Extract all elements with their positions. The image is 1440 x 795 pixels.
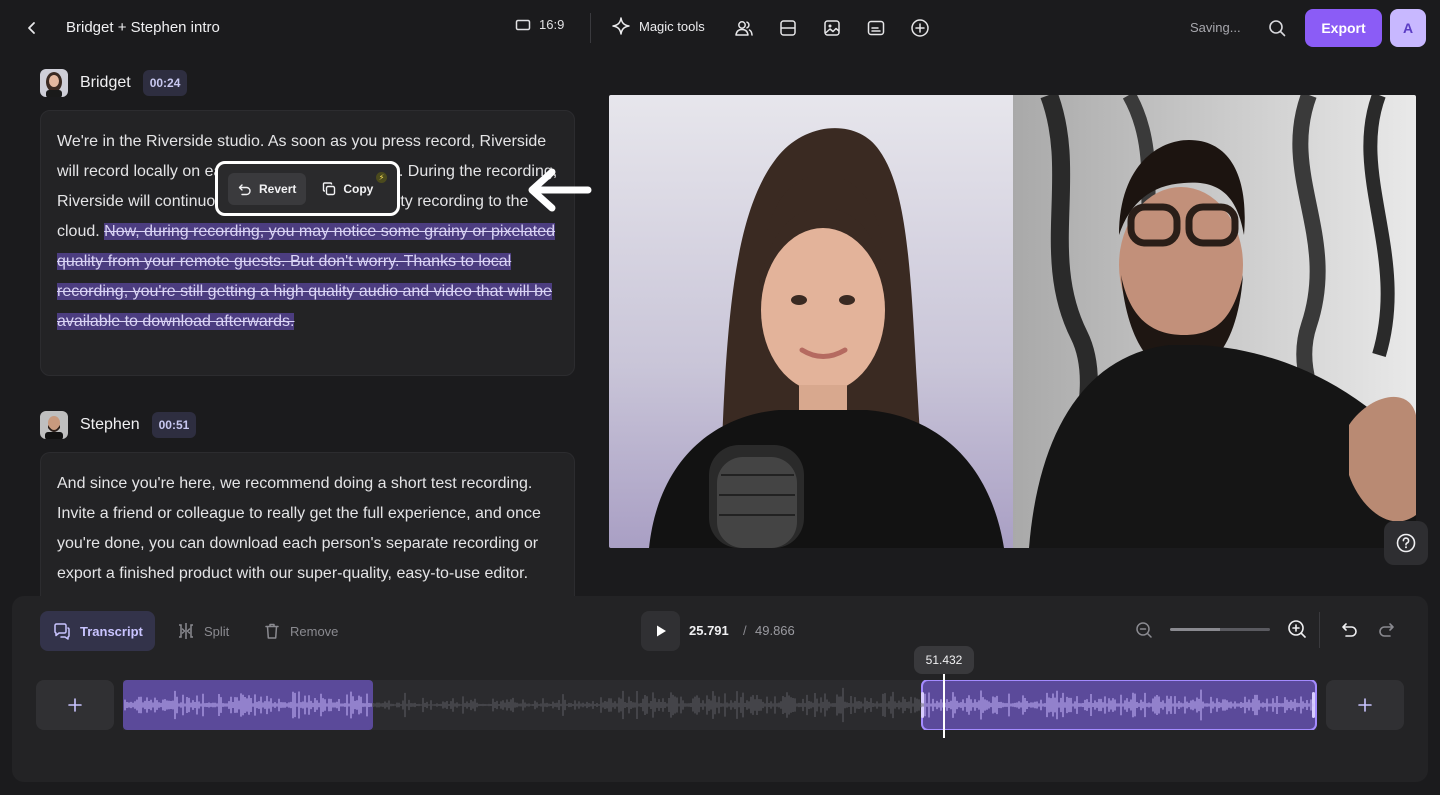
magic-tools-button[interactable]: Magic tools — [611, 16, 705, 36]
speakers-button[interactable] — [732, 16, 756, 40]
speaker-header-stephen: Stephen 00:51 — [40, 411, 197, 439]
transcript-icon — [54, 623, 70, 640]
search-icon — [1269, 20, 1286, 37]
current-time: 25.791 — [689, 623, 729, 638]
total-time: 49.866 — [755, 623, 795, 638]
zoom-in-icon — [1288, 620, 1306, 638]
speaker-name[interactable]: Bridget — [80, 74, 131, 92]
divider — [590, 13, 591, 43]
top-bar: Bridget + Stephen intro 16:9 Magic tools… — [0, 0, 1440, 56]
speaker-header-bridget: Bridget 00:24 — [40, 69, 188, 97]
plus-icon — [1358, 698, 1372, 712]
audio-track[interactable] — [123, 680, 1317, 730]
save-status: Saving... — [1190, 20, 1241, 35]
split-button[interactable]: Split — [164, 611, 241, 651]
search-button[interactable] — [1265, 16, 1289, 40]
redo-button[interactable] — [1374, 618, 1398, 642]
undo-icon — [1342, 623, 1357, 637]
transcript-block-stephen[interactable]: And since you're here, we recommend doin… — [40, 452, 575, 597]
aspect-ratio-icon — [515, 19, 531, 30]
project-title[interactable]: Bridget + Stephen intro — [66, 19, 220, 36]
video-frame — [609, 95, 1416, 548]
play-button[interactable] — [641, 611, 680, 651]
layout-button[interactable] — [776, 16, 800, 40]
image-icon — [824, 20, 840, 36]
people-icon — [735, 21, 753, 36]
media-button[interactable] — [820, 16, 844, 40]
playhead-time-badge: 51.432 — [914, 646, 974, 674]
sparkle-icon — [612, 17, 630, 35]
export-button[interactable]: Export — [1305, 9, 1382, 47]
timeline-panel: Transcript Split Remove 25.791 / 49.866 — [12, 596, 1428, 782]
aspect-ratio-button[interactable]: 16:9 — [515, 17, 564, 32]
split-label: Split — [204, 623, 230, 639]
zoom-slider[interactable] — [1170, 628, 1270, 631]
plus-circle-icon — [911, 19, 929, 37]
avatar — [40, 69, 68, 97]
transcript-block-bridget[interactable]: We're in the Riverside studio. As soon a… — [40, 110, 575, 376]
text-action-popup: Revert Copy ⚡ — [215, 161, 400, 216]
arrow-left-icon — [528, 168, 592, 212]
add-clip-before-button[interactable] — [36, 680, 114, 730]
avatar — [40, 411, 68, 439]
trash-icon — [265, 623, 279, 639]
speaker-timestamp[interactable]: 00:51 — [151, 412, 197, 438]
plus-icon — [68, 698, 82, 712]
copy-button[interactable]: Copy — [312, 173, 383, 205]
layout-icon — [780, 20, 796, 36]
time-separator: / — [743, 623, 747, 638]
add-element-button[interactable] — [908, 16, 932, 40]
revert-icon — [238, 183, 251, 195]
revert-label: Revert — [259, 181, 297, 196]
help-icon — [1396, 533, 1416, 553]
captions-button[interactable] — [864, 16, 888, 40]
speaker-timestamp[interactable]: 00:24 — [142, 70, 188, 96]
remove-label: Remove — [290, 623, 339, 639]
split-icon — [179, 623, 193, 639]
copy-label: Copy — [343, 181, 374, 196]
revert-button[interactable]: Revert — [228, 172, 307, 205]
undo-button[interactable] — [1338, 618, 1362, 642]
playhead[interactable] — [943, 674, 945, 738]
speaker-name[interactable]: Stephen — [80, 416, 140, 434]
copy-icon — [323, 181, 336, 195]
video-preview[interactable] — [609, 95, 1416, 548]
remove-button[interactable]: Remove — [250, 611, 350, 651]
user-avatar[interactable]: A — [1390, 9, 1426, 47]
transcript-text[interactable]: And since you're here, we recommend doin… — [57, 475, 541, 597]
add-clip-after-button[interactable] — [1326, 680, 1404, 730]
transcript-mode-label: Transcript — [80, 623, 143, 639]
aspect-ratio-label: 16:9 — [539, 17, 565, 32]
captions-icon — [867, 20, 885, 36]
transcript-mode-button[interactable]: Transcript — [40, 611, 155, 651]
divider — [1319, 612, 1320, 648]
zoom-in-button[interactable] — [1284, 616, 1310, 642]
redo-icon — [1379, 623, 1394, 637]
magic-tools-label: Magic tools — [639, 18, 705, 34]
zoom-out-button[interactable] — [1132, 618, 1156, 642]
chevron-left-icon — [28, 22, 35, 34]
play-icon — [656, 625, 666, 637]
zoom-out-icon — [1136, 622, 1152, 638]
back-button[interactable] — [20, 16, 44, 40]
bolt-icon: ⚡ — [376, 172, 387, 183]
removed-text-selection[interactable]: Now, during recording, you may notice so… — [57, 223, 556, 330]
help-button[interactable] — [1384, 521, 1428, 565]
